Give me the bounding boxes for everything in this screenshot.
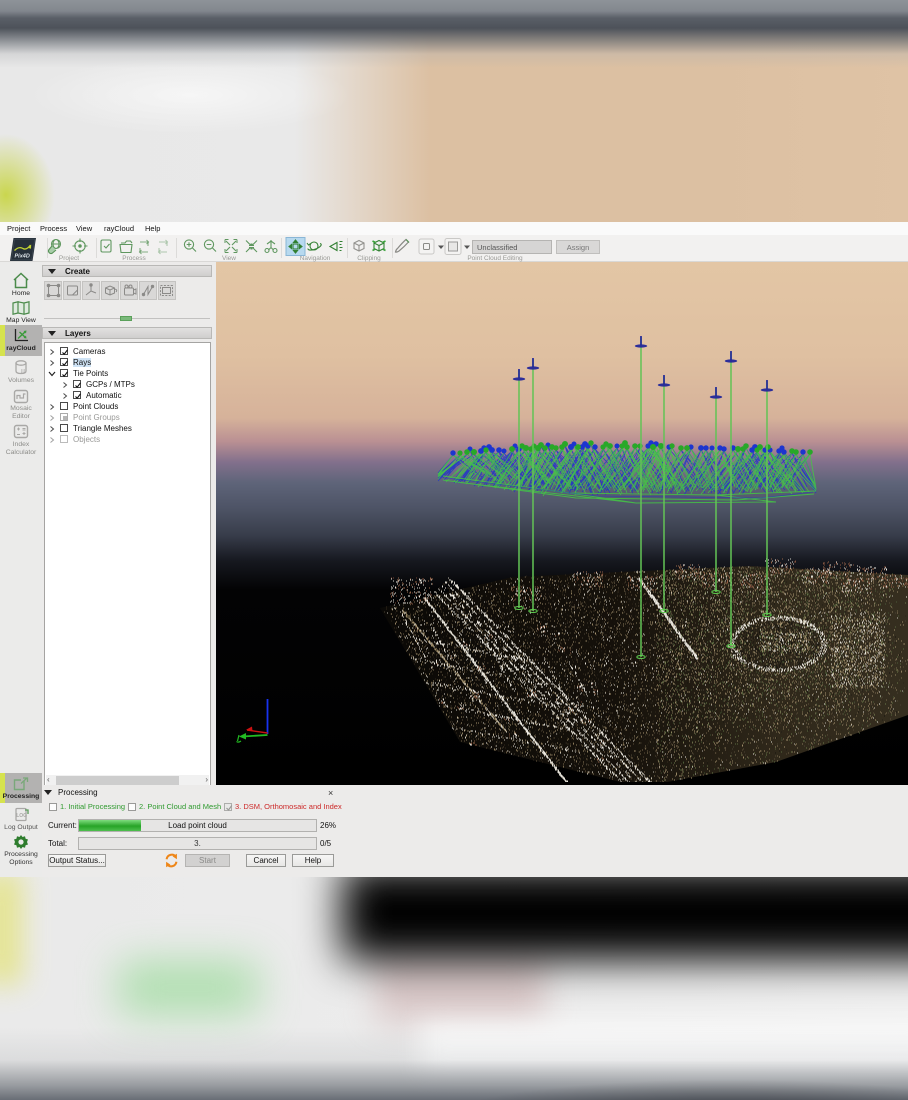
svg-text:LOG: LOG (16, 813, 27, 819)
